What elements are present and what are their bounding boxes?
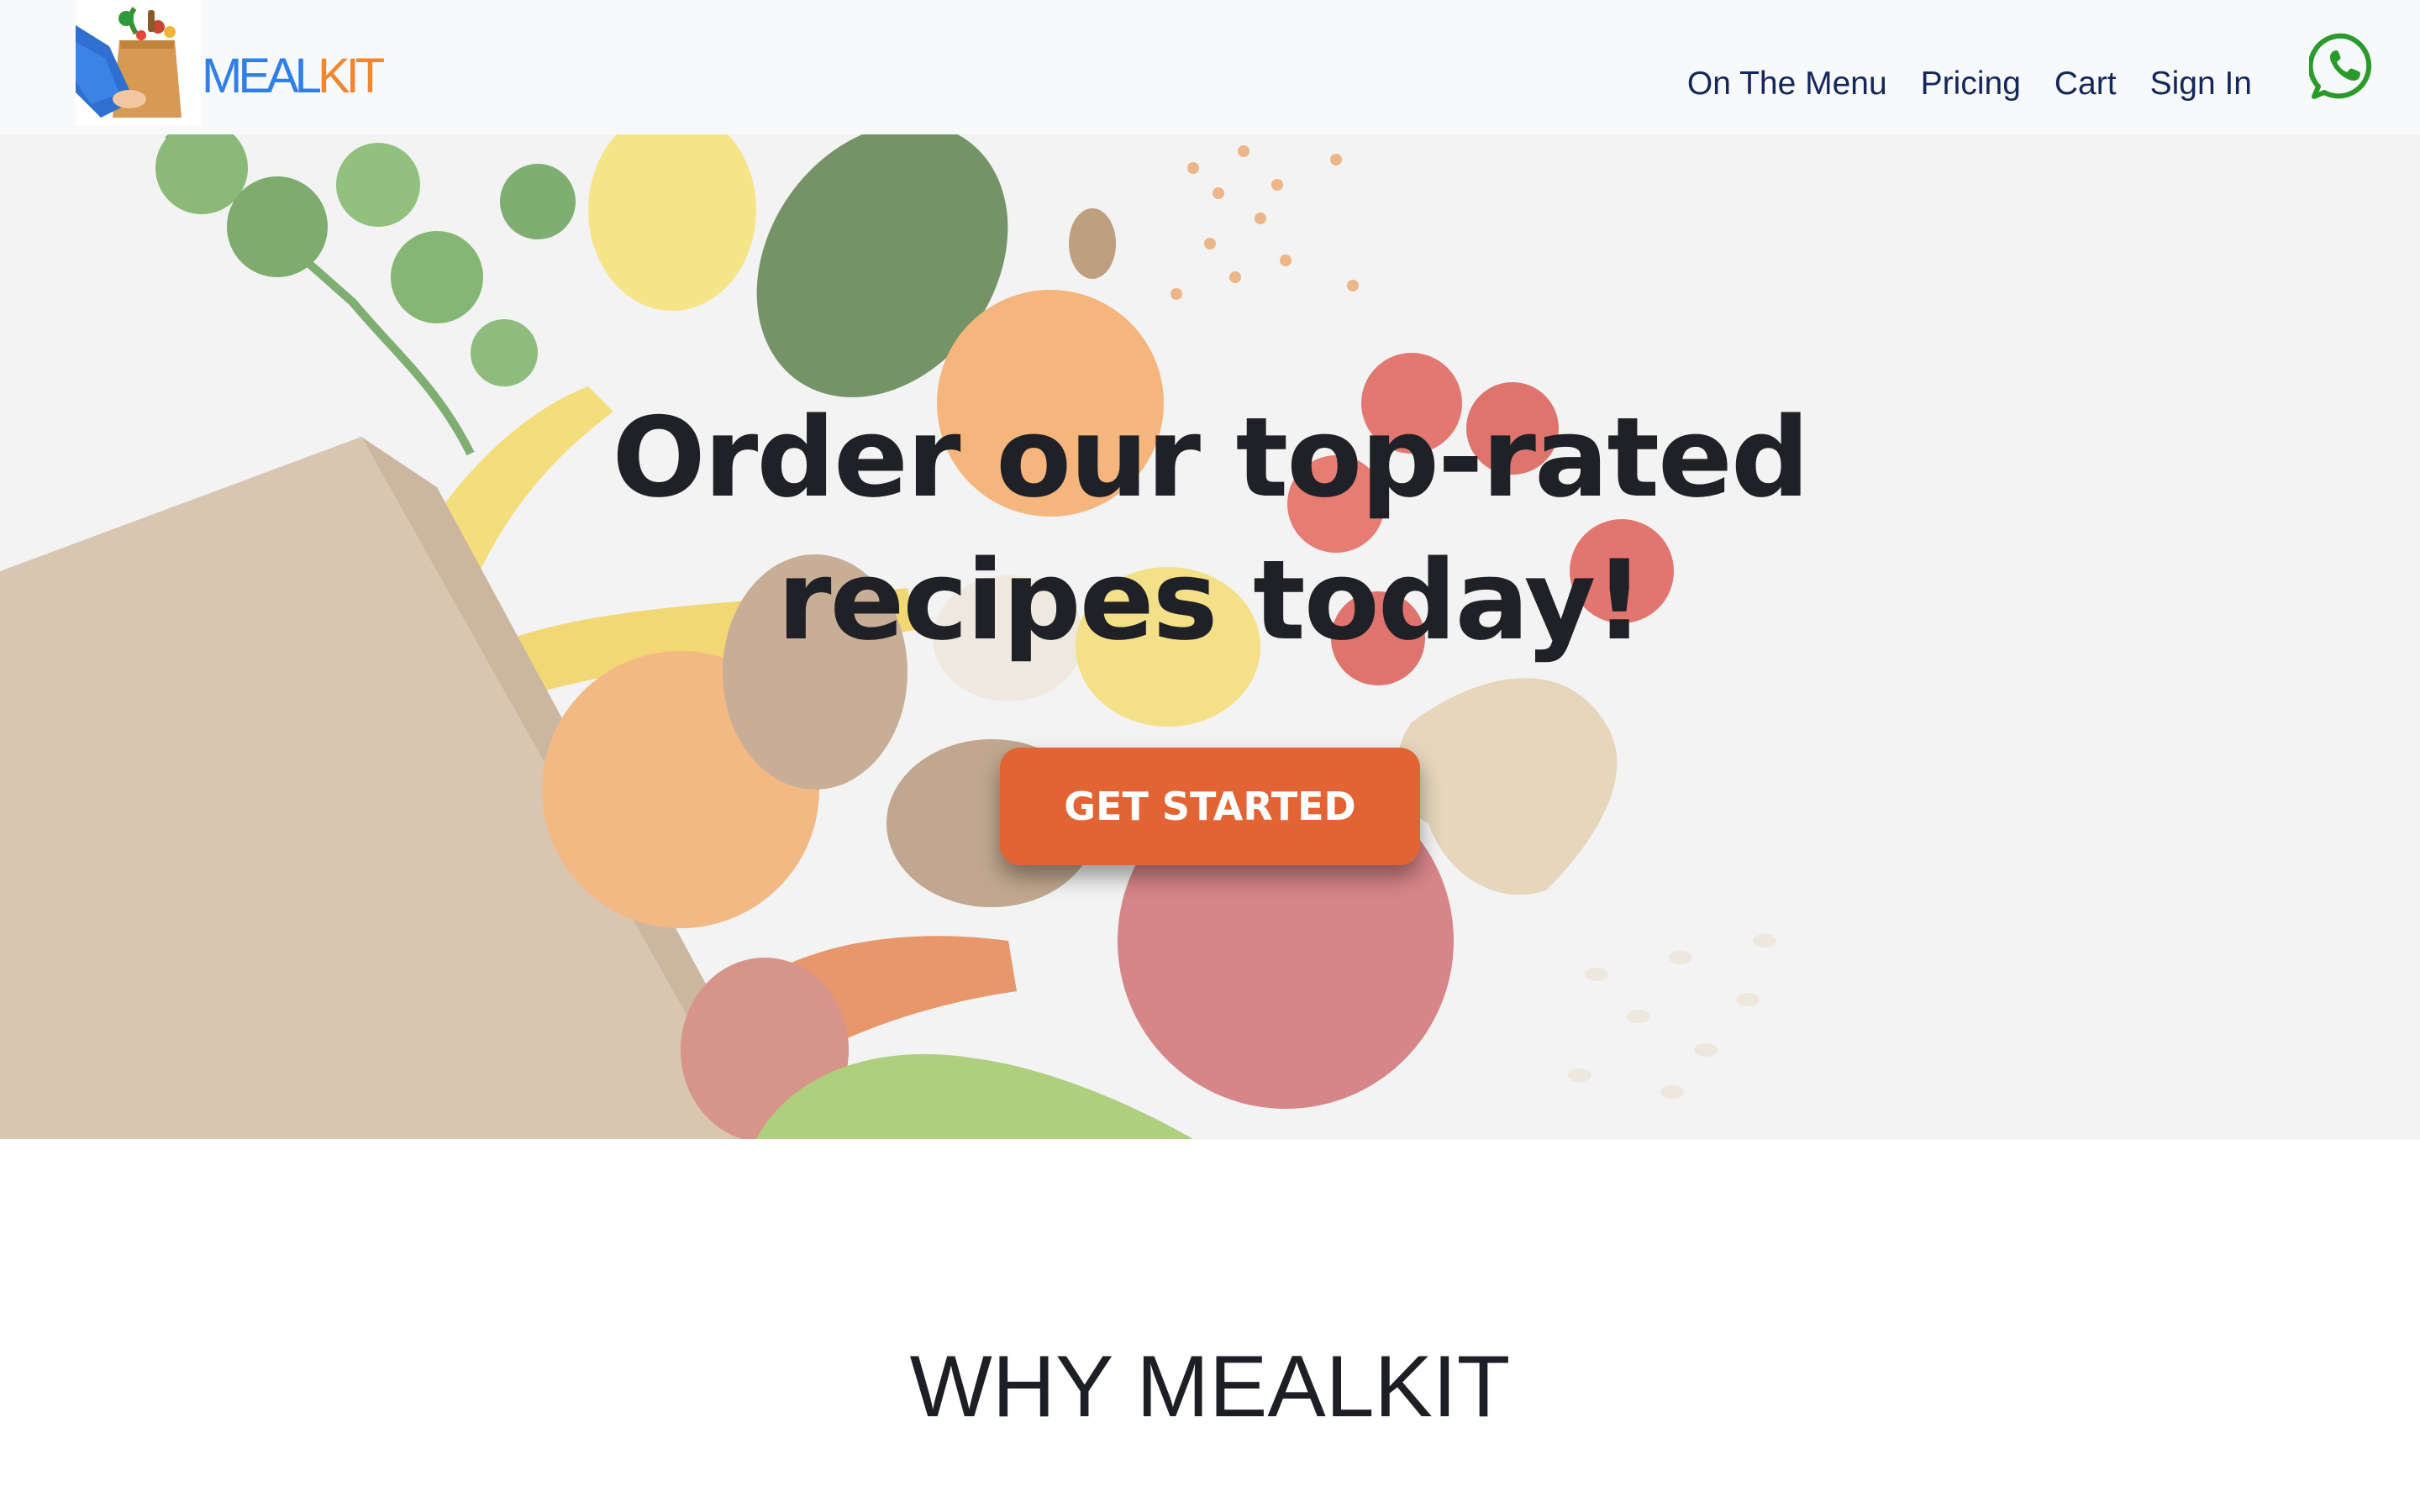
nav-link-sign-in[interactable]: Sign In [2150, 59, 2252, 109]
hero-title: Order our top-rated recipes today! [538, 386, 1882, 672]
grocery-bag-icon [76, 7, 182, 118]
nav-link-cart[interactable]: Cart [2054, 59, 2117, 109]
get-started-button[interactable]: GET STARTED [1000, 748, 1420, 865]
nav-link-pricing[interactable]: Pricing [1921, 59, 2021, 109]
brand-word-meal: MEAL [202, 49, 322, 103]
main-nav: On The Menu Pricing Cart Sign In [1687, 59, 2252, 109]
whatsapp-link[interactable] [2309, 31, 2380, 102]
why-section: WHY MEALKIT [0, 1139, 2420, 1512]
nav-link-on-the-menu[interactable]: On The Menu [1687, 59, 1887, 109]
hero-title-line-2: recipes today! [776, 536, 1644, 664]
whatsapp-icon [2309, 33, 2372, 99]
brand-wordmark[interactable]: MEALKIT [202, 46, 385, 107]
navbar: MEALKIT On The Menu Pricing Cart Sign In [0, 0, 2420, 134]
hero-section: Order our top-rated recipes today! GET S… [0, 134, 2420, 1139]
hero-title-line-1: Order our top-rated [612, 393, 1809, 522]
brand-word-kit: KIT [317, 49, 385, 103]
logo-link[interactable] [76, 0, 202, 126]
why-title: WHY MEALKIT [909, 1338, 1511, 1436]
